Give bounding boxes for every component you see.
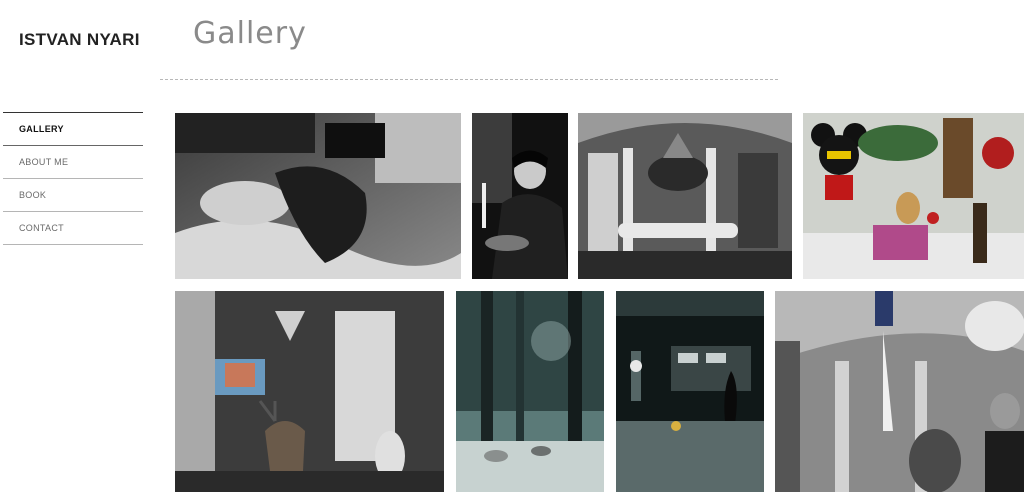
photo-palace-torch <box>775 291 1024 492</box>
nav-item-about-me[interactable]: ABOUT ME <box>3 146 143 179</box>
gallery-thumbnail[interactable] <box>616 291 764 492</box>
nav-item-contact[interactable]: CONTACT <box>3 212 143 245</box>
photo-woman-at-desk <box>472 113 568 279</box>
photo-forest-deer <box>456 291 604 492</box>
page-title: Gallery <box>193 16 307 51</box>
photo-palace-hall <box>578 113 792 279</box>
photo-reclining-figure <box>175 113 461 279</box>
photo-deer-in-interior <box>175 291 444 492</box>
gallery-thumbnail[interactable] <box>472 113 568 279</box>
photo-night-street <box>616 291 764 492</box>
nav-item-book[interactable]: BOOK <box>3 179 143 212</box>
site-name[interactable]: ISTVAN NYARI <box>19 30 140 50</box>
gallery-thumbnail[interactable] <box>175 291 444 492</box>
gallery-thumbnail[interactable] <box>803 113 1024 279</box>
gallery-thumbnail[interactable] <box>175 113 461 279</box>
sidebar-nav: GALLERY ABOUT ME BOOK CONTACT <box>3 112 143 245</box>
nav-item-gallery[interactable]: GALLERY <box>3 113 143 146</box>
gallery-thumbnail[interactable] <box>578 113 792 279</box>
gallery-thumbnail[interactable] <box>775 291 1024 492</box>
gallery-thumbnail[interactable] <box>456 291 604 492</box>
photo-still-life-mickey <box>803 113 1024 279</box>
title-divider <box>160 79 778 80</box>
